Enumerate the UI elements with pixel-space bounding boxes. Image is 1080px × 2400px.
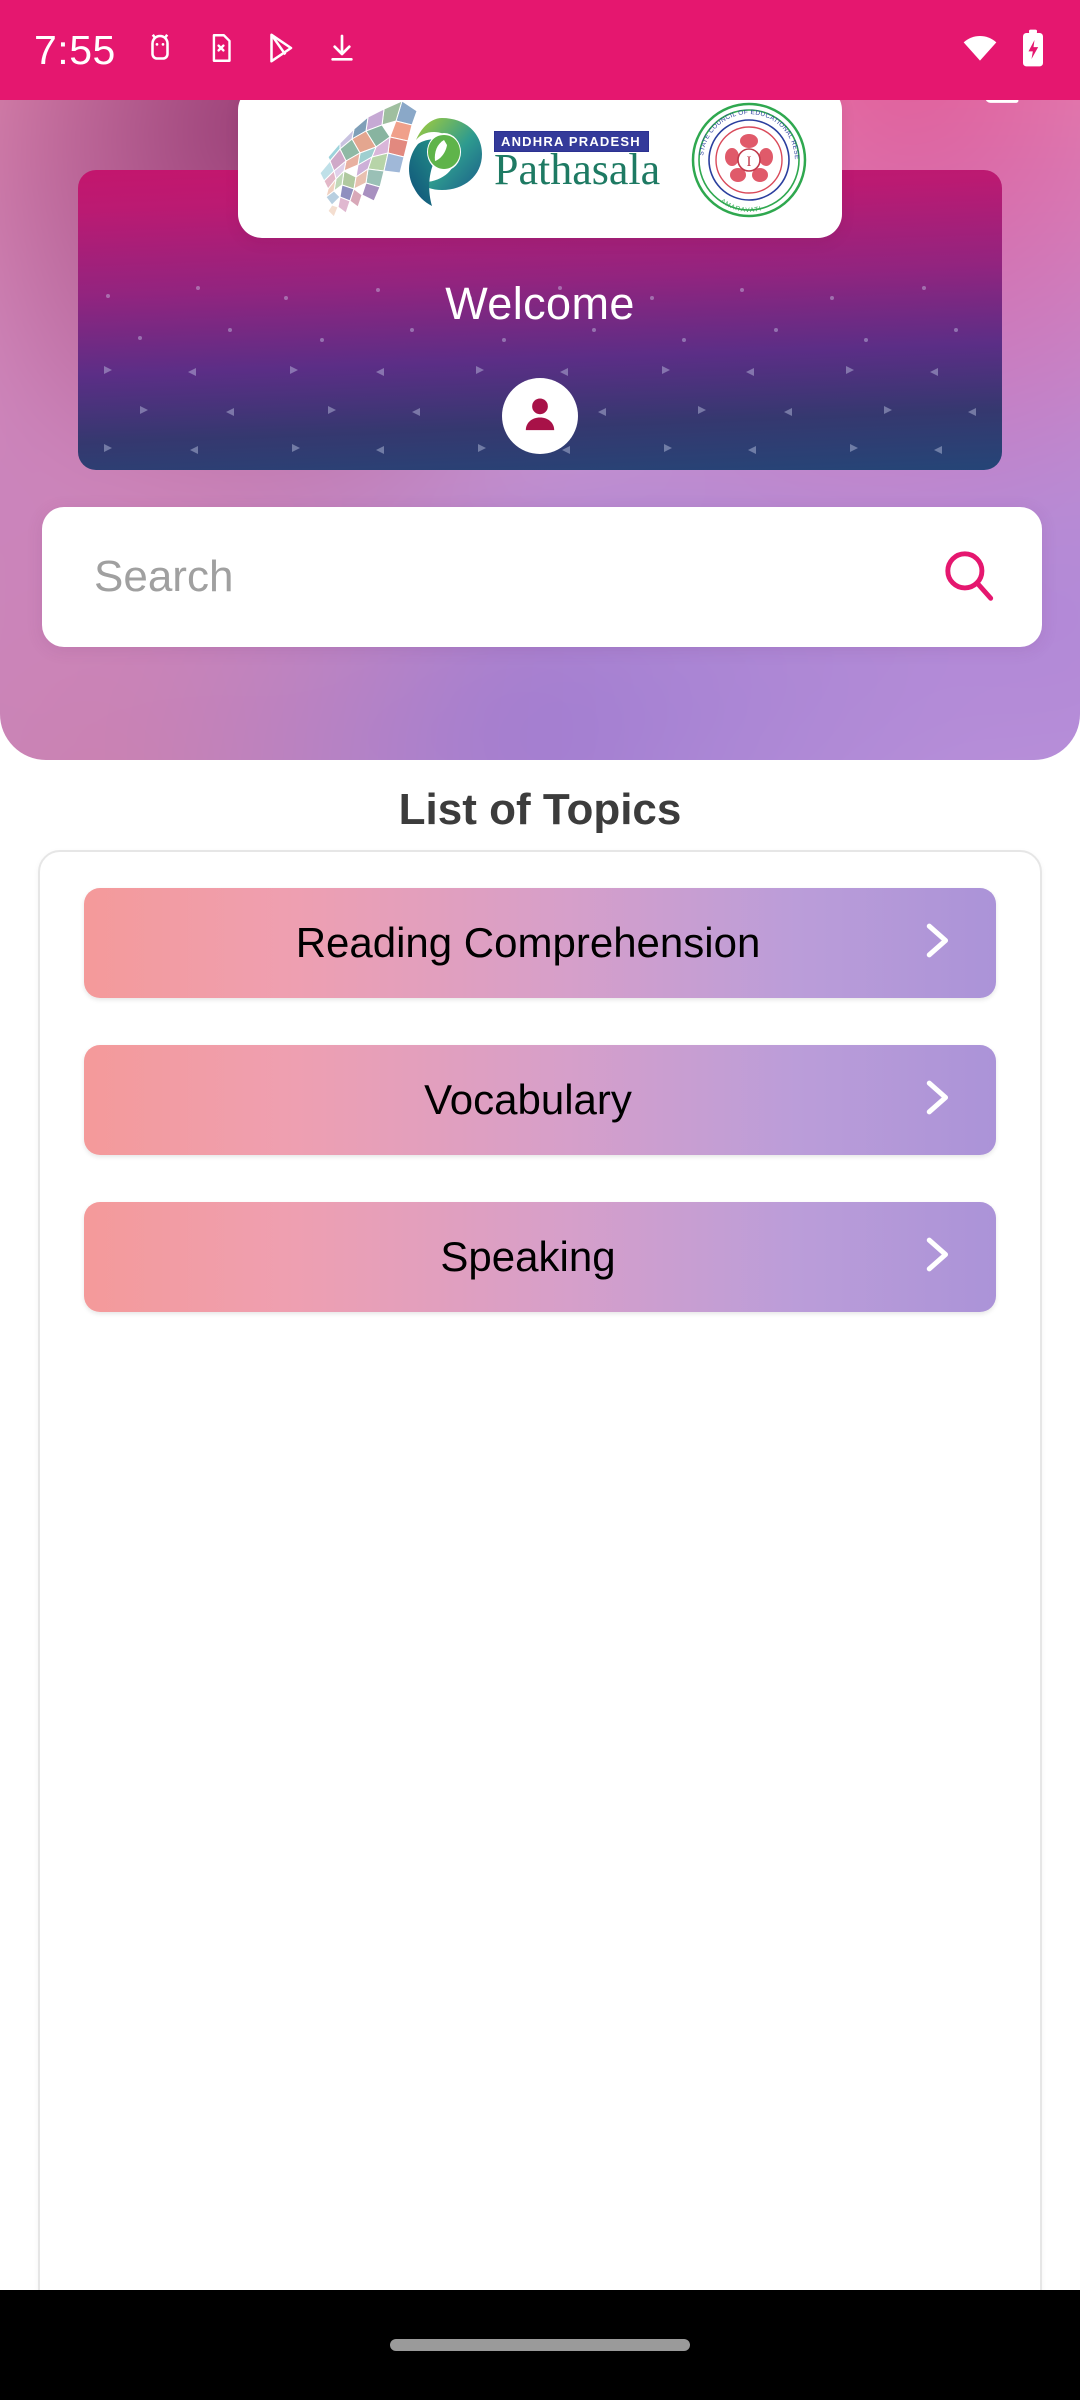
- welcome-label: Welcome: [445, 278, 635, 329]
- status-bar-clock: 7:55: [34, 26, 116, 73]
- status-bar-right: [960, 28, 1046, 73]
- user-avatar-icon: [517, 391, 563, 442]
- android-robot-icon: [142, 30, 178, 71]
- page-title: List of Topics: [398, 785, 682, 834]
- status-bar-left: 7:55: [34, 27, 358, 74]
- status-bar: 7:55: [0, 0, 1080, 100]
- brand-text: ANDHRA PRADESH Pathasala: [494, 131, 661, 195]
- topic-label: Reading Comprehension: [295, 919, 761, 966]
- topic-label: Vocabulary: [424, 1076, 632, 1123]
- topic-row-reading-comprehension[interactable]: Reading Comprehension: [84, 888, 996, 998]
- play-store-icon: [264, 30, 300, 71]
- search-input[interactable]: [94, 552, 938, 602]
- battery-charging-icon: [1020, 28, 1046, 73]
- chevron-right-icon: [912, 1075, 958, 1126]
- search-bar[interactable]: [42, 507, 1042, 647]
- scert-seal-icon: I STATE COUNCIL OF EDUCATIONAL RESEARCH …: [687, 96, 808, 224]
- topic-row-speaking[interactable]: Speaking: [84, 1202, 996, 1312]
- system-navigation-bar: [0, 2290, 1080, 2400]
- pathasala-emblem-icon: [382, 100, 494, 225]
- avatar[interactable]: [502, 378, 578, 454]
- download-arrow-icon: [326, 32, 358, 69]
- pathasala-logo: ANDHRA PRADESH Pathasala: [284, 95, 660, 230]
- topic-label: Speaking: [440, 1233, 616, 1280]
- brand-name: Pathasala: [494, 145, 661, 195]
- wifi-icon: [960, 28, 1000, 73]
- svg-text:I: I: [747, 154, 752, 170]
- sim-card-error-icon: [204, 31, 238, 70]
- topic-row-vocabulary[interactable]: Vocabulary: [84, 1045, 996, 1155]
- home-gesture-pill[interactable]: [390, 2339, 690, 2351]
- chevron-right-icon: [912, 1232, 958, 1283]
- app-logo-card: ANDHRA PRADESH Pathasala I STATE COUNCIL…: [238, 86, 842, 238]
- chevron-right-icon: [912, 918, 958, 969]
- search-icon[interactable]: [938, 544, 1000, 611]
- topics-card: Reading Comprehension Vocabulary Speakin…: [38, 850, 1042, 2322]
